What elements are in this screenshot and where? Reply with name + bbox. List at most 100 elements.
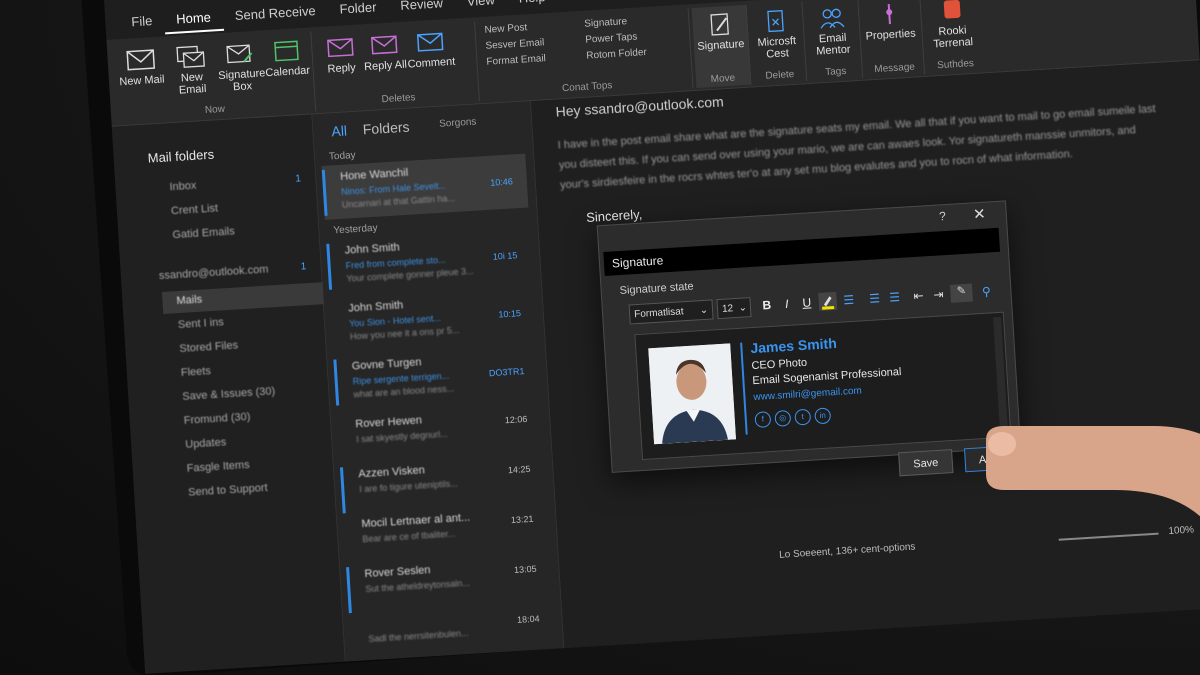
group-delete: Reply Reply All Comment Deletes	[314, 21, 480, 112]
message-item[interactable]: John Smith Fred from complete sto... You…	[326, 227, 533, 293]
quick-new-post[interactable]: New Post	[484, 22, 527, 36]
signature-editor[interactable]: James Smith CEO Photo Email Sogenanist P…	[634, 311, 1012, 461]
folder-fleets[interactable]: Fleets	[181, 365, 212, 379]
email-greeting: Hey ssandro@outlook.com	[555, 93, 725, 120]
menu-folder[interactable]: Folder	[327, 0, 389, 24]
office-app-icon	[943, 0, 961, 19]
document-x-icon	[767, 9, 784, 33]
highlight-icon[interactable]	[818, 291, 838, 311]
reply-label: Reply	[327, 61, 357, 76]
message-time: 10:15	[498, 308, 522, 320]
bullet-list-icon[interactable]: ☰	[840, 293, 857, 308]
instagram-icon[interactable]: ◎	[774, 409, 792, 427]
underline-button[interactable]: U	[798, 295, 815, 310]
calendar-label: Calendar	[265, 64, 311, 80]
menu-view[interactable]: View	[454, 0, 508, 17]
list-tabs: All Folders	[331, 119, 410, 140]
comment-button[interactable]: Comment	[404, 29, 456, 71]
facebook-icon[interactable]: f	[754, 411, 772, 429]
signature-envelope-icon	[226, 44, 253, 64]
group-move-label: Move	[710, 72, 736, 86]
envelopes-icon	[176, 45, 205, 68]
menu-file[interactable]: File	[119, 6, 166, 37]
folder-stored-files[interactable]: Stored Files	[179, 339, 238, 355]
numbered-list-icon[interactable]: ☰	[866, 291, 883, 306]
folder-fromund[interactable]: Fromund (30)	[183, 411, 250, 427]
message-item[interactable]: Hone Wanchil Ninos: From Hale Sevelt... …	[321, 153, 529, 220]
signature-image-icon[interactable]: ✎	[949, 283, 974, 303]
reply-all-button[interactable]: Reply All	[359, 31, 411, 73]
rooki-terrenal-button[interactable]: Rooki Terrenal	[926, 0, 979, 51]
italic-button[interactable]: I	[778, 296, 795, 311]
microsoft-cest-button[interactable]: Microsft Cest	[750, 8, 803, 62]
folder-crent-list[interactable]: Crent List	[171, 202, 219, 217]
reading-pane: Hey ssandro@outlook.com I have in the po…	[530, 60, 1200, 661]
size-select[interactable]: 12 ⌄	[716, 297, 752, 320]
menu-send-receive[interactable]: Send Receive	[222, 0, 328, 31]
message-item[interactable]: Govne Turgen Ripe sergente terrigen... w…	[333, 343, 540, 409]
group-quick-steps: New Post Sesver Email Format Email Signa…	[477, 8, 694, 102]
linkedin-icon[interactable]: in	[814, 407, 832, 425]
folder-fasgle-items[interactable]: Fasgle Items	[186, 459, 250, 475]
comment-envelope-icon	[416, 32, 444, 52]
menu-help[interactable]: Help	[506, 0, 558, 13]
message-sender: Hone Wanchil	[339, 166, 409, 183]
folder-mails[interactable]: Mails	[176, 294, 202, 308]
menu-review[interactable]: Review	[388, 0, 456, 21]
twitter-icon[interactable]: t	[794, 408, 812, 426]
outdent-icon[interactable]: ⇤	[910, 288, 927, 304]
folder-updates[interactable]: Updates	[185, 436, 227, 450]
folder-gatid-emails[interactable]: Gatid Emails	[172, 225, 235, 241]
signature-box-button[interactable]: Signature Box	[215, 40, 268, 94]
font-select[interactable]: Formatlisat ⌄	[628, 299, 714, 325]
help-icon[interactable]: ?	[939, 209, 947, 223]
tab-all[interactable]: All	[331, 122, 348, 139]
calendar-button[interactable]: Calendar	[261, 37, 313, 79]
quick-signature[interactable]: Signature	[584, 16, 627, 30]
save-button[interactable]: Save	[898, 449, 954, 477]
account-header[interactable]: ssandro@outlook.com	[159, 263, 269, 282]
tab-folders[interactable]: Folders	[362, 119, 410, 138]
numbered-list-alt-icon[interactable]: ☰	[886, 290, 903, 305]
signature-title: CEO Photo	[751, 356, 808, 373]
signature-label: Signature	[697, 37, 745, 53]
message-time: 13:05	[513, 563, 537, 576]
section-yesterday: Yesterday	[333, 222, 378, 237]
email-mentor-button[interactable]: Email Mentor	[806, 4, 859, 58]
quick-rotom-folder[interactable]: Rotom Folder	[586, 47, 647, 62]
new-mail-button[interactable]: New Mail	[115, 46, 167, 88]
menu-home[interactable]: Home	[163, 2, 224, 35]
chevron-down-icon: ⌄	[738, 302, 748, 314]
indent-icon[interactable]: ⇥	[930, 287, 947, 302]
message-time: DO3TR1	[488, 366, 525, 379]
close-icon[interactable]: ✕	[973, 205, 987, 224]
folder-inbox[interactable]: Inbox	[169, 180, 197, 194]
comment-label: Comment	[407, 55, 456, 71]
unread-marker	[333, 359, 340, 406]
signature-website[interactable]: www.smilri@gemail.com	[753, 385, 862, 403]
unread-marker	[339, 467, 346, 514]
sort-dropdown[interactable]: Sorgons	[439, 117, 477, 130]
quick-format-email[interactable]: Format Email	[486, 53, 546, 68]
quick-sesver-email[interactable]: Sesver Email	[485, 37, 544, 52]
outlook-window: File Home Send Receive Folder Review Vie…	[104, 0, 1200, 674]
folder-sent[interactable]: Sent I ins	[178, 316, 225, 331]
folder-send-to-support[interactable]: Send to Support	[188, 482, 268, 499]
message-sender: Rover Seslen	[364, 564, 431, 581]
new-email-label: New Email	[178, 71, 207, 97]
new-email-button[interactable]: New Email	[165, 43, 218, 97]
quick-power-taps[interactable]: Power Taps	[585, 32, 638, 46]
folder-save-issues[interactable]: Save & Issues (30)	[182, 385, 275, 403]
message-item[interactable]: John Smith You Sion - Hotel sent... How …	[330, 285, 537, 351]
editor-scrollbar[interactable]	[993, 316, 1008, 430]
properties-button[interactable]: Properties	[864, 1, 916, 43]
bold-button[interactable]: B	[758, 298, 775, 313]
section-today: Today	[328, 149, 356, 163]
signature-button[interactable]: Signature	[694, 11, 746, 53]
message-sender: Rover Hewen	[355, 414, 423, 431]
mail-folders-header[interactable]: Mail folders	[147, 147, 214, 166]
link-icon[interactable]: ⚲	[978, 284, 995, 299]
microsoft-cest-label: Microsft Cest	[757, 34, 797, 61]
message-sender: Govne Turgen	[351, 356, 422, 373]
message-item[interactable]: Sadl the nerrsitenbulen... 18:04	[349, 601, 556, 667]
